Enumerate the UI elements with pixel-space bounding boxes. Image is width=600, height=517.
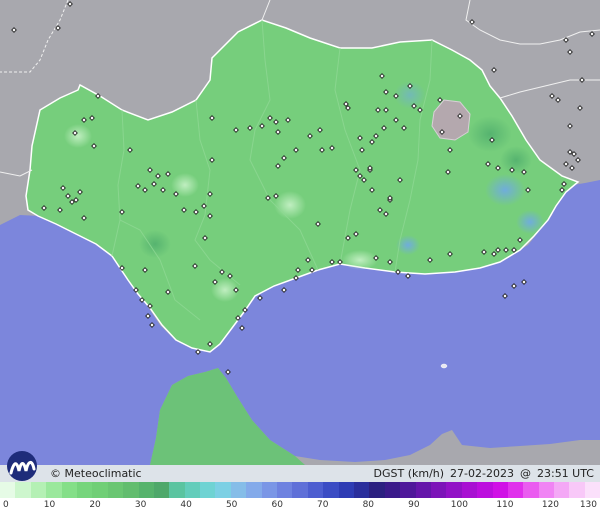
legend-swatch — [76, 482, 93, 498]
legend-tick-label: 60 — [271, 500, 283, 510]
legend-swatch — [277, 482, 293, 498]
legend-swatch — [461, 482, 478, 498]
legend-swatch — [92, 482, 108, 498]
legend-swatch — [569, 482, 585, 498]
legend-swatch — [492, 482, 508, 498]
legend-swatch — [477, 482, 493, 498]
legend-swatch — [30, 482, 47, 498]
legend-tick-label: 90 — [408, 500, 420, 510]
legend-swatch — [554, 482, 570, 498]
legend-swatch — [123, 482, 139, 498]
gust-patch — [342, 250, 378, 270]
legend-tick-label: 80 — [362, 500, 375, 510]
legend-tick-label: 70 — [317, 500, 329, 510]
legend-swatch — [338, 482, 354, 498]
legend-swatch — [107, 482, 124, 498]
gust-patch — [485, 174, 525, 206]
legend-swatch — [46, 482, 62, 498]
legend-tick-label: 10 — [43, 500, 56, 510]
legend-tick-label: 120 — [541, 500, 560, 510]
caption-bar: © Meteoclimatic DGST (km/h) 27-02-2023 @23… — [0, 451, 600, 482]
legend-swatch — [323, 482, 339, 498]
legend-swatch — [400, 482, 416, 498]
legend-swatch — [230, 482, 247, 498]
variable-label: DGST (km/h) — [373, 467, 445, 480]
legend-swatch — [523, 482, 539, 498]
legend-swatch — [507, 482, 524, 498]
gust-patch — [64, 124, 92, 148]
legend-tick-label: 110 — [496, 500, 514, 510]
legend-swatch — [307, 482, 324, 498]
time-label: 23:51 UTC — [536, 467, 594, 480]
at-label: @ — [519, 467, 531, 480]
legend-swatch — [261, 482, 278, 498]
gust-patch — [500, 146, 532, 174]
map-info: DGST (km/h) 27-02-2023 @23:51 UTC — [368, 467, 595, 480]
legend-swatch — [584, 482, 600, 498]
legend-tick-label: 30 — [134, 500, 147, 510]
legend-swatch — [61, 482, 77, 498]
gust-map — [0, 0, 600, 517]
gust-patch — [468, 116, 512, 152]
island — [440, 363, 448, 369]
legend-swatch — [292, 482, 308, 498]
legend-tick-label: 100 — [450, 500, 468, 510]
legend-swatch — [184, 482, 201, 498]
date-label: 27-02-2023 — [450, 467, 514, 480]
legend-swatch — [446, 482, 462, 498]
legend-swatch — [430, 482, 447, 498]
legend-swatch — [200, 482, 216, 498]
legend-swatch — [246, 482, 262, 498]
color-legend: 0 10 20 30 40 50 60 70 80 90 100 110 120 130 — [0, 482, 600, 517]
credit-text: © Meteoclimatic — [50, 467, 142, 480]
legend-swatch — [15, 482, 31, 498]
legend-tick-label: 130 — [579, 500, 597, 510]
legend-tick-label: 0 — [3, 500, 9, 510]
legend-swatch — [169, 482, 185, 498]
gust-patch — [139, 230, 171, 258]
legend-swatch — [0, 482, 16, 498]
legend-swatch — [353, 482, 370, 498]
legend-swatch — [138, 482, 154, 498]
legend-tick-label: 40 — [180, 500, 192, 510]
legend-swatch — [153, 482, 170, 498]
gust-patch — [516, 210, 544, 234]
legend-swatches — [0, 482, 600, 498]
gust-patch — [274, 191, 306, 219]
legend-swatch — [538, 482, 555, 498]
legend-swatch — [369, 482, 385, 498]
legend-tick-label: 50 — [225, 500, 238, 510]
legend-swatch — [384, 482, 401, 498]
legend-swatch — [215, 482, 231, 498]
legend-swatch — [415, 482, 431, 498]
legend-tick-label: 20 — [89, 500, 101, 510]
